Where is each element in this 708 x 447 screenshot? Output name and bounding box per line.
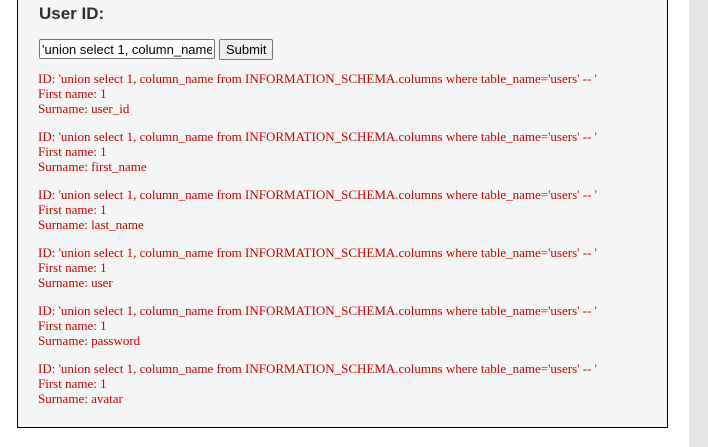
result-surname-line: Surname: user_id <box>38 101 130 116</box>
result-id-line: ID: 'union select 1, column_name from IN… <box>38 129 597 144</box>
user-id-input[interactable] <box>39 39 215 59</box>
result-first-name-line: First name: 1 <box>38 376 107 391</box>
result-surname-line: Surname: user <box>38 275 113 290</box>
result-id-line: ID: 'union select 1, column_name from IN… <box>38 361 597 376</box>
user-id-heading: User ID: <box>39 4 105 23</box>
result-id-line: ID: 'union select 1, column_name from IN… <box>38 245 597 260</box>
result-id-line: ID: 'union select 1, column_name from IN… <box>38 187 597 202</box>
result-first-name-line: First name: 1 <box>38 318 107 333</box>
submit-button[interactable]: Submit <box>219 38 274 60</box>
result-first-name-line: First name: 1 <box>38 260 107 275</box>
page-margin <box>0 0 17 447</box>
vertical-scrollbar[interactable] <box>689 0 708 447</box>
page-gutter <box>669 0 689 447</box>
result-surname-line: Surname: password <box>38 333 141 348</box>
result-block: ID: 'union select 1, column_name from IN… <box>38 303 667 361</box>
vulnerability-panel: User ID: Submit ID: 'union select 1, col… <box>17 0 668 428</box>
result-block: ID: 'union select 1, column_name from IN… <box>38 361 667 419</box>
result-block: ID: 'union select 1, column_name from IN… <box>38 245 667 303</box>
result-block: ID: 'union select 1, column_name from IN… <box>38 71 667 129</box>
result-block: ID: 'union select 1, column_name from IN… <box>38 187 667 245</box>
result-surname-line: Surname: first_name <box>38 159 147 174</box>
result-surname-line: Surname: last_name <box>38 217 144 232</box>
result-first-name-line: First name: 1 <box>38 86 107 101</box>
result-surname-line: Surname: avatar <box>38 391 123 406</box>
user-id-form: Submit <box>39 38 274 60</box>
query-results: ID: 'union select 1, column_name from IN… <box>38 71 667 419</box>
result-first-name-line: First name: 1 <box>38 202 107 217</box>
result-id-line: ID: 'union select 1, column_name from IN… <box>38 303 597 318</box>
result-first-name-line: First name: 1 <box>38 144 107 159</box>
result-block: ID: 'union select 1, column_name from IN… <box>38 129 667 187</box>
result-id-line: ID: 'union select 1, column_name from IN… <box>38 71 597 86</box>
